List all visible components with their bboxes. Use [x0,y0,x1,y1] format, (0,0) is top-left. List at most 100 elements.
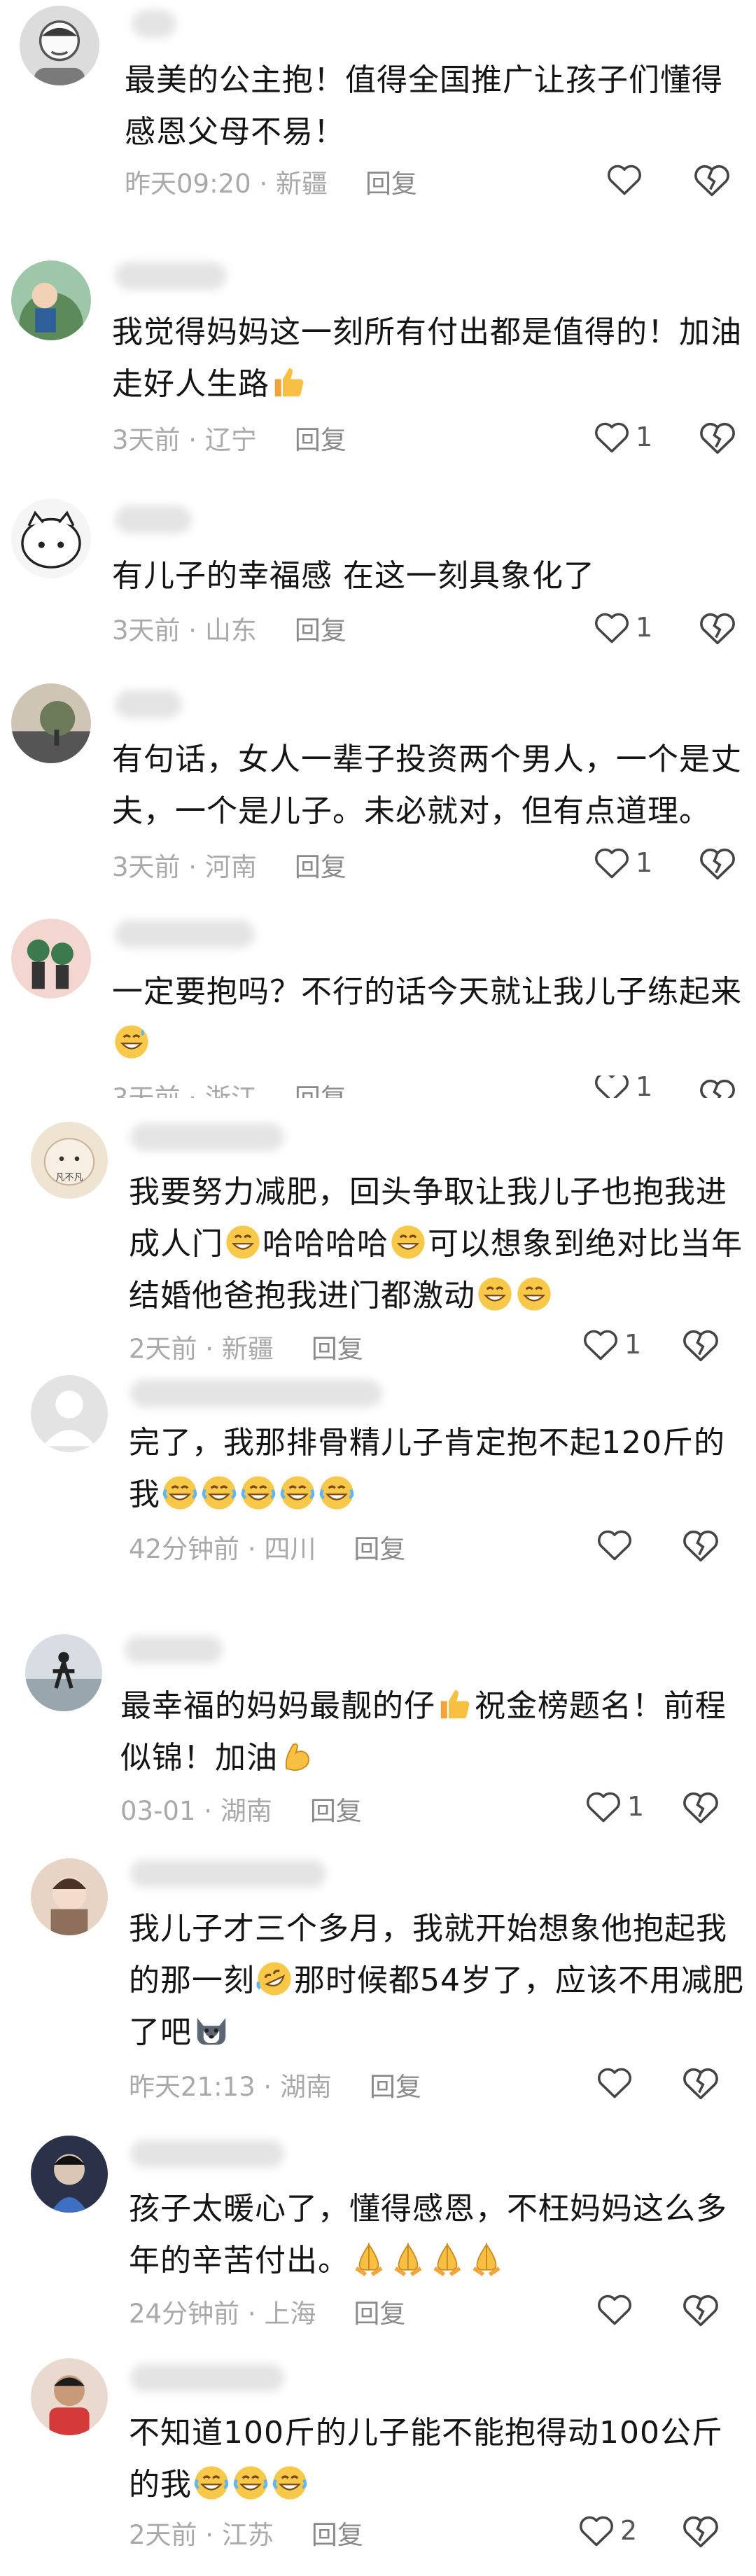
avatar[interactable] [11,683,91,763]
avatar[interactable] [25,1634,102,1711]
grin-emoji [478,1277,512,1311]
dislike-button[interactable] [682,2066,720,2101]
grin-emoji [226,1225,260,1259]
reply-button[interactable]: 回复 [295,615,346,646]
broken-heart-icon [694,165,729,197]
comment-location: 上海 [264,2299,316,2329]
reply-button[interactable]: 回复 [295,1083,346,1098]
heart-icon [587,1792,620,1823]
reply-button[interactable]: 回复 [354,1534,405,1564]
dislike-button[interactable] [699,846,736,881]
avatar[interactable] [31,2136,108,2213]
dislike-button[interactable] [682,2514,720,2549]
like-button[interactable]: 1 [594,1075,652,1098]
avatar[interactable] [20,6,99,85]
tears-of-joy-emoji [241,1476,276,1510]
like-button[interactable]: 1 [594,843,652,882]
like-button[interactable]: 1 [582,1325,641,1364]
reply-button[interactable]: 回复 [312,2520,363,2550]
comment-text: 我要努力减肥，回头争取让我儿子也抱我进成人门 哈哈哈哈 可以想象到绝对比当年结婚他爸… [129,1167,745,1322]
grin-emoji [517,1277,551,1311]
like-count: 1 [636,612,653,643]
dislike-button[interactable] [682,2292,720,2327]
grin-emoji [391,1225,425,1259]
avatar[interactable] [31,1375,108,1452]
tears-of-joy-emoji [202,1476,237,1510]
comment-location: 江苏 [221,2520,274,2550]
like-button[interactable] [596,2290,638,2329]
folded-hands-emoji [433,2242,461,2276]
dislike-button[interactable] [682,1790,720,1825]
reply-button[interactable]: 回复 [295,425,346,455]
thumbs-up-emoji [440,1690,470,1719]
heart-icon [598,2068,631,2098]
dislike-button[interactable] [693,162,731,197]
comment-location: 山东 [204,615,257,646]
comment-text: 完了，我那排骨精儿子肯定抱不起120斤的我 [129,1417,745,1521]
heart-icon [598,1530,631,1561]
comment-time: 昨天21:13 [129,2072,255,2102]
like-button[interactable]: 1 [585,1787,644,1826]
like-count: 1 [636,1075,653,1098]
comment-meta: 03-01 · 湖南 回复 [120,1796,362,1826]
comment-location: 新疆 [275,169,328,199]
comment-location: 辽宁 [204,425,257,455]
comment-location: 湖南 [279,2072,332,2102]
comment-location: 湖南 [220,1796,272,1826]
reply-button[interactable]: 回复 [312,1334,363,1364]
comment-text: 最幸福的妈妈最靓的仔 祝金榜题名！前程似锦！加油 [120,1680,743,1784]
heart-icon [595,1075,629,1098]
dislike-button[interactable] [699,420,736,455]
heart-icon [608,165,641,195]
avatar[interactable] [11,499,91,578]
comment-time: 昨天09:20 [125,169,251,199]
like-button[interactable]: 1 [594,608,652,647]
sweat-grin-emoji [115,1025,148,1059]
reply-button[interactable]: 回复 [354,2299,405,2329]
like-count: 1 [624,1329,642,1360]
dislike-button[interactable] [682,1328,720,1363]
avatar[interactable] [11,260,91,340]
username-blurred[interactable] [115,690,182,718]
comment-text: 最美的公主抱！值得全国推广让孩子们懂得感恩父母不易！ [125,62,723,150]
comment-text: 有儿子的幸福感 在这一刻具象化了 [112,558,595,594]
thumbs-up-emoji [274,368,304,397]
reply-button[interactable]: 回复 [295,852,346,882]
reply-button[interactable]: 回复 [365,169,417,199]
username-blurred[interactable] [130,2364,284,2392]
dislike-button[interactable] [682,1528,720,1563]
avatar[interactable] [31,2358,108,2435]
reply-button[interactable]: 回复 [370,2072,421,2102]
like-button[interactable]: 1 [594,417,652,457]
username-blurred[interactable] [115,506,192,534]
dislike-button[interactable] [699,1077,736,1098]
username-blurred[interactable] [130,2140,284,2168]
like-button[interactable] [596,1525,638,1564]
comment-text-body: 我觉得妈妈这一刻所有付出都是值得的！加油走好人生路 [112,314,742,402]
broken-heart-icon [683,2295,718,2327]
comment-meta: 24分钟前 · 上海 回复 [129,2299,406,2329]
comment-meta: 3天前 · 浙江回复 [112,1077,346,1098]
username-blurred[interactable] [125,1636,223,1664]
broken-heart-icon [700,422,735,454]
comment-location: 河南 [204,852,257,882]
avatar[interactable] [11,919,91,998]
username-blurred[interactable] [115,920,255,948]
like-button[interactable] [596,2063,638,2102]
username-blurred[interactable] [115,262,227,290]
like-button[interactable]: 2 [578,2511,637,2550]
username-blurred[interactable] [130,1379,382,1407]
avatar[interactable] [31,1858,108,1935]
like-button[interactable] [606,160,648,199]
dislike-button[interactable] [699,611,736,646]
comment-meta: 昨天21:13 · 湖南 回复 [129,2072,421,2102]
comment-location: 新疆 [221,1334,274,1364]
comment-time: 3天前 [112,615,181,646]
comment-time: 3天前 [112,1083,181,1098]
username-blurred[interactable] [130,1860,326,1888]
username-blurred[interactable] [130,1123,284,1151]
reply-button[interactable]: 回复 [310,1796,362,1826]
avatar[interactable]: 凡不凡 [31,1122,108,1199]
username-blurred[interactable] [132,10,176,38]
like-count: 1 [627,1791,645,1822]
